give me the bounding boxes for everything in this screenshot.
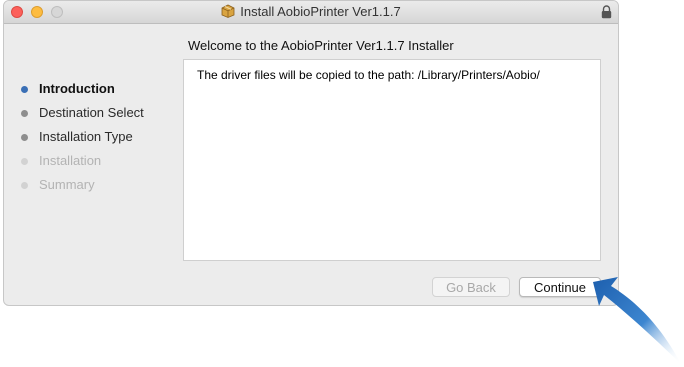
step-label: Installation Type bbox=[39, 129, 133, 144]
step-bullet-icon bbox=[21, 134, 28, 141]
window-title-group: Install AobioPrinter Ver1.1.7 bbox=[4, 4, 618, 20]
pointer-arrow-icon bbox=[593, 277, 681, 364]
step-label: Summary bbox=[39, 177, 95, 192]
window-title: Install AobioPrinter Ver1.1.7 bbox=[240, 4, 401, 19]
package-icon bbox=[221, 4, 235, 18]
step-bullet-icon bbox=[21, 182, 28, 189]
go-back-button[interactable]: Go Back bbox=[432, 277, 510, 297]
page-heading: Welcome to the AobioPrinter Ver1.1.7 Ins… bbox=[188, 38, 454, 53]
installer-window: Install AobioPrinter Ver1.1.7 Welcome to… bbox=[3, 0, 619, 306]
content-message: The driver files will be copied to the p… bbox=[197, 68, 540, 82]
step-label: Destination Select bbox=[39, 105, 144, 120]
step-bullet-icon bbox=[21, 110, 28, 117]
content-panel: The driver files will be copied to the p… bbox=[183, 59, 601, 261]
step-label: Introduction bbox=[39, 81, 115, 96]
step-bullet-icon bbox=[21, 86, 28, 93]
step-label: Installation bbox=[39, 153, 102, 168]
lock-icon bbox=[601, 5, 612, 19]
step-bullet-icon bbox=[21, 158, 28, 165]
title-bar: Install AobioPrinter Ver1.1.7 bbox=[4, 1, 618, 24]
